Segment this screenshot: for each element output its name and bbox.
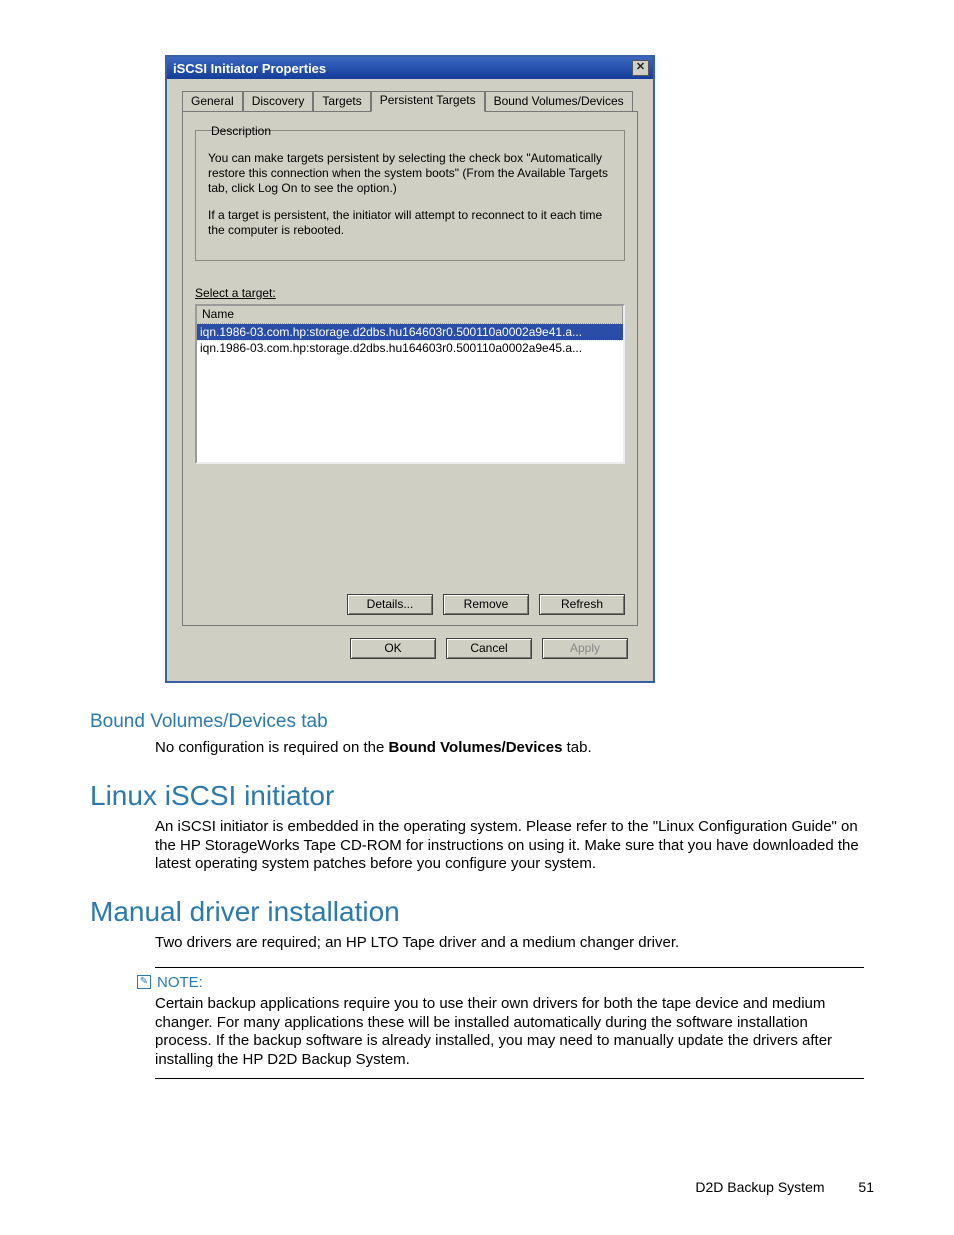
page-number: 51 <box>858 1179 874 1195</box>
bound-paragraph: No configuration is required on the Boun… <box>155 739 864 758</box>
description-para-1: You can make targets persistent by selec… <box>208 151 614 196</box>
rule <box>155 967 864 968</box>
list-item[interactable]: iqn.1986-03.com.hp:storage.d2dbs.hu16460… <box>197 340 623 356</box>
text: An iSCSI initiator is embedded in the op… <box>155 818 864 874</box>
heading-bound-tab: Bound Volumes/Devices tab <box>90 711 864 733</box>
tab-persistent-targets[interactable]: Persistent Targets <box>371 91 485 112</box>
text-bold: Bound Volumes/Devices <box>388 739 562 756</box>
heading-manual-driver: Manual driver installation <box>90 896 864 928</box>
note-icon: ✎ <box>137 975 151 989</box>
page-footer: D2D Backup System 51 <box>695 1179 874 1195</box>
heading-linux-iscsi: Linux iSCSI initiator <box>90 780 864 812</box>
iscsi-dialog: iSCSI Initiator Properties ✕ General Dis… <box>165 55 655 683</box>
details-button[interactable]: Details... <box>347 594 433 615</box>
text: Two drivers are required; an HP LTO Tape… <box>155 934 864 953</box>
select-target-label: Select a target: <box>195 286 276 300</box>
refresh-button[interactable]: Refresh <box>539 594 625 615</box>
description-text: You can make targets persistent by selec… <box>208 151 614 238</box>
group-legend: Description <box>208 124 274 130</box>
note-label-text: NOTE: <box>157 974 203 991</box>
text: No configuration is required on the <box>155 739 388 756</box>
cancel-button[interactable]: Cancel <box>446 638 532 659</box>
remove-button[interactable]: Remove <box>443 594 529 615</box>
rule <box>155 1078 864 1079</box>
tab-bar: General Discovery Targets Persistent Tar… <box>182 91 643 111</box>
description-para-2: If a target is persistent, the initiator… <box>208 208 614 238</box>
manual-paragraph: Two drivers are required; an HP LTO Tape… <box>155 934 864 953</box>
description-group: Description You can make targets persist… <box>195 130 625 261</box>
note-label: ✎ NOTE: <box>137 974 864 991</box>
list-header-name[interactable]: Name <box>197 306 623 324</box>
close-icon[interactable]: ✕ <box>632 60 649 76</box>
apply-button: Apply <box>542 638 628 659</box>
tab-discovery[interactable]: Discovery <box>243 91 314 111</box>
tab-bound-volumes[interactable]: Bound Volumes/Devices <box>485 91 633 111</box>
tab-panel: Description You can make targets persist… <box>182 111 638 626</box>
dialog-title: iSCSI Initiator Properties <box>173 61 326 76</box>
linux-paragraph: An iSCSI initiator is embedded in the op… <box>155 818 864 874</box>
note-body: Certain backup applications require you … <box>155 995 864 1070</box>
note-block: ✎ NOTE: Certain backup applications requ… <box>155 967 864 1079</box>
text: tab. <box>562 739 591 756</box>
tab-targets[interactable]: Targets <box>313 91 370 111</box>
titlebar: iSCSI Initiator Properties ✕ <box>167 57 653 79</box>
ok-button[interactable]: OK <box>350 638 436 659</box>
tab-general[interactable]: General <box>182 91 243 111</box>
footer-text: D2D Backup System <box>695 1179 824 1195</box>
list-item[interactable]: iqn.1986-03.com.hp:storage.d2dbs.hu16460… <box>197 324 623 340</box>
target-listbox[interactable]: Name iqn.1986-03.com.hp:storage.d2dbs.hu… <box>195 304 625 464</box>
